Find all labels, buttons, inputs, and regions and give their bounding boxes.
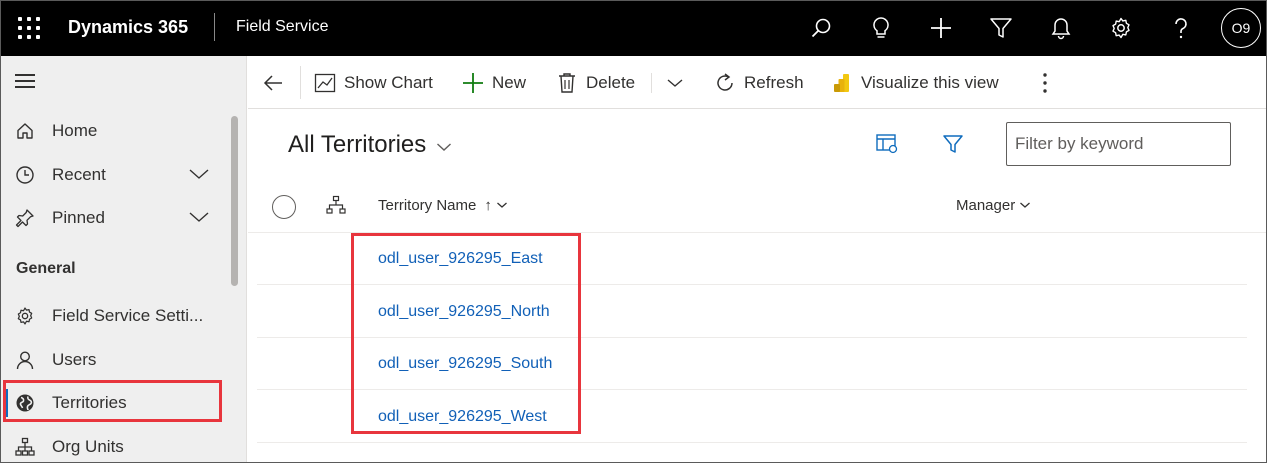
visualize-view-button[interactable]: Visualize this view	[831, 56, 999, 109]
filter-icon[interactable]	[987, 14, 1015, 42]
chart-icon	[314, 72, 336, 94]
sidebar-item-field-service-settings[interactable]: Field Service Setti...	[1, 296, 231, 336]
clock-icon	[15, 165, 35, 185]
sidebar-item-home[interactable]: Home	[1, 111, 231, 151]
sidebar-item-label: Pinned	[52, 208, 105, 227]
grid-header: Territory Name ↑ Manager	[248, 185, 1266, 231]
command-divider	[651, 73, 652, 93]
gear-icon[interactable]	[1107, 14, 1135, 42]
help-icon[interactable]	[1167, 14, 1195, 42]
search-icon[interactable]	[807, 14, 835, 42]
sidebar-item-pinned[interactable]: Pinned	[1, 198, 231, 238]
show-chart-label: Show Chart	[344, 72, 433, 92]
pin-icon	[15, 208, 35, 228]
main-view: All Territories Territory Name ↑	[248, 109, 1266, 462]
chevron-down-icon	[664, 72, 686, 94]
filter-by-keyword-input[interactable]	[1006, 122, 1231, 166]
hamburger-menu-icon[interactable]	[15, 74, 35, 88]
back-arrow-icon[interactable]	[261, 71, 285, 95]
top-nav-bar: Dynamics 365 Field Service O9	[1, 1, 1266, 56]
trash-icon	[556, 72, 578, 94]
new-label: New	[492, 72, 527, 92]
chevron-down-icon[interactable]	[189, 167, 209, 186]
chevron-down-icon	[436, 132, 452, 160]
home-icon	[15, 121, 35, 141]
app-launcher-icon[interactable]	[18, 17, 40, 39]
chevron-down-icon[interactable]	[189, 210, 209, 229]
sort-ascending-icon: ↑	[484, 197, 492, 214]
filter-icon[interactable]	[942, 133, 964, 160]
refresh-icon	[714, 72, 736, 94]
plus-icon	[462, 72, 484, 94]
delete-more-dropdown[interactable]	[664, 56, 694, 109]
view-title: All Territories	[288, 131, 427, 158]
column-header-manager[interactable]: Manager	[956, 197, 1031, 214]
view-selector[interactable]: All Territories	[288, 130, 452, 160]
column-label: Territory Name	[378, 197, 477, 214]
delete-button[interactable]: Delete	[556, 56, 635, 109]
show-chart-button[interactable]: Show Chart	[314, 56, 433, 109]
sidebar-section-heading: General	[16, 260, 76, 277]
app-frame: Dynamics 365 Field Service O9 Home Recen…	[0, 0, 1267, 463]
new-button[interactable]: New	[462, 56, 526, 109]
delete-label: Delete	[586, 72, 636, 92]
sidebar-item-org-units[interactable]: Org Units	[1, 427, 231, 462]
sidebar-item-label: Field Service Setti...	[52, 306, 204, 325]
plus-icon[interactable]	[927, 14, 955, 42]
more-vertical-icon	[1034, 72, 1056, 94]
column-label: Manager	[956, 197, 1016, 214]
more-commands-button[interactable]	[1034, 56, 1064, 109]
hierarchy-icon[interactable]	[326, 195, 346, 220]
refresh-label: Refresh	[744, 72, 804, 92]
highlight-box	[3, 380, 222, 422]
edit-columns-icon[interactable]	[875, 133, 899, 160]
highlight-box	[351, 233, 581, 434]
command-divider	[300, 66, 301, 99]
chevron-down-icon	[1019, 197, 1031, 214]
brand-divider	[214, 13, 215, 41]
sidebar-item-label: Recent	[52, 165, 106, 184]
gear-icon	[15, 306, 35, 326]
command-bar: Show Chart New Delete Refresh Visualize …	[248, 56, 1266, 109]
sitemap-sidebar: Home Recent Pinned General Field Service…	[1, 56, 247, 462]
lightbulb-icon[interactable]	[867, 14, 895, 42]
sidebar-scrollbar[interactable]	[231, 116, 238, 286]
person-icon	[15, 350, 35, 370]
user-avatar[interactable]: O9	[1221, 8, 1261, 48]
bell-icon[interactable]	[1047, 14, 1075, 42]
visualize-label: Visualize this view	[861, 72, 999, 92]
sidebar-item-label: Users	[52, 350, 97, 369]
select-all-checkbox[interactable]	[272, 195, 296, 219]
org-chart-icon	[15, 437, 35, 457]
column-header-territory-name[interactable]: Territory Name ↑	[378, 197, 508, 214]
refresh-button[interactable]: Refresh	[714, 56, 804, 109]
sidebar-item-label: Home	[52, 121, 98, 140]
sidebar-item-recent[interactable]: Recent	[1, 155, 231, 195]
app-name[interactable]: Field Service	[236, 18, 328, 36]
power-bi-icon	[831, 72, 853, 94]
sidebar-item-label: Org Units	[52, 437, 124, 456]
chevron-down-icon	[496, 197, 508, 214]
sidebar-item-users[interactable]: Users	[1, 340, 231, 380]
brand-title[interactable]: Dynamics 365	[68, 17, 188, 38]
